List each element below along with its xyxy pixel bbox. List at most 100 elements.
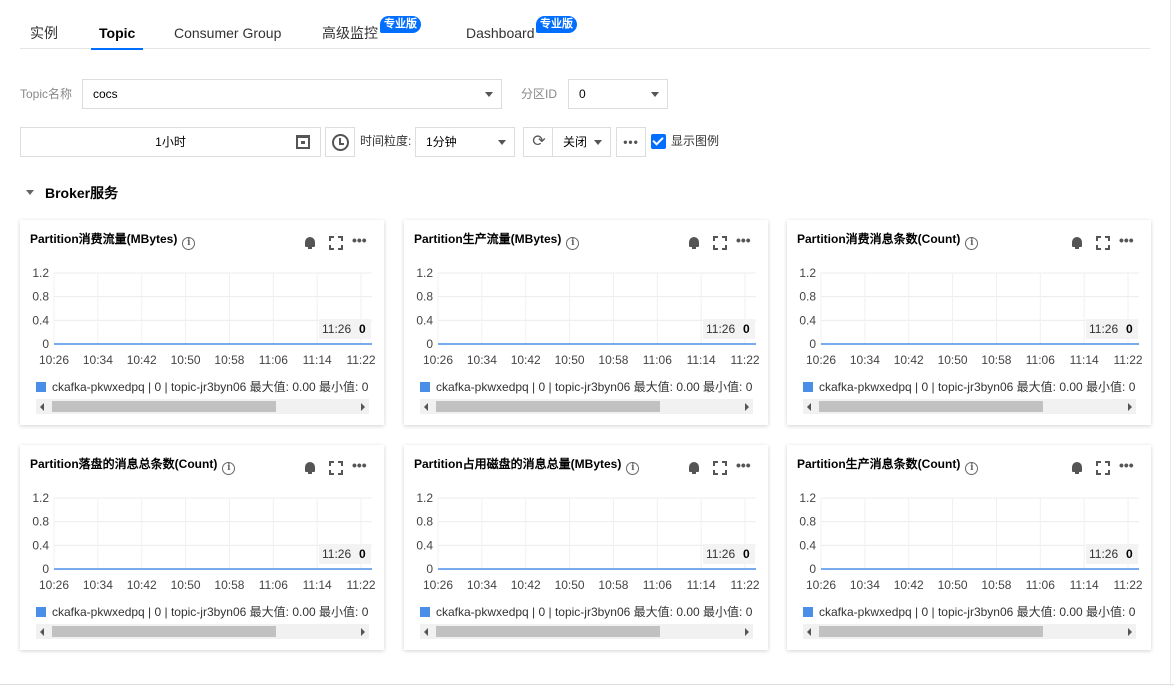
fullscreen-icon[interactable]: [328, 235, 344, 251]
chart-legend[interactable]: ckafka-pkwxedpq | 0 | topic-jr3byn06 最大值…: [803, 605, 1141, 619]
bell-icon[interactable]: [1069, 235, 1085, 251]
tab-topic[interactable]: Topic: [90, 18, 144, 50]
scroll-right-icon[interactable]: [361, 403, 365, 411]
chart-actions: •••: [1067, 233, 1137, 251]
x-tick-label: 11:06: [1026, 353, 1055, 367]
divider: [0, 684, 1174, 685]
scroll-left-icon[interactable]: [424, 628, 428, 636]
fullscreen-icon[interactable]: [712, 235, 728, 251]
info-icon[interactable]: i: [222, 462, 236, 475]
granularity-select[interactable]: 1分钟: [415, 127, 515, 157]
more-icon[interactable]: •••: [352, 458, 370, 476]
line-chart[interactable]: 1.2 0.8 0.4 0 10:26 10:34 10:42 10:50 10:58 11:06…: [787, 485, 1151, 600]
scrollbar-thumb[interactable]: [52, 626, 276, 637]
fullscreen-icon[interactable]: [328, 460, 344, 476]
x-tick-label: 10:58: [214, 353, 244, 367]
chart-legend[interactable]: ckafka-pkwxedpq | 0 | topic-jr3byn06 最大值…: [36, 605, 374, 619]
chart-legend[interactable]: ckafka-pkwxedpq | 0 | topic-jr3byn06 最大值…: [803, 380, 1141, 394]
more-icon[interactable]: •••: [1119, 233, 1137, 251]
scrollbar-thumb[interactable]: [436, 626, 660, 637]
more-options-button[interactable]: •••: [616, 127, 646, 157]
more-icon[interactable]: •••: [736, 233, 754, 251]
legend-scrollbar[interactable]: [803, 624, 1136, 639]
scroll-left-icon[interactable]: [424, 403, 428, 411]
legend-scrollbar[interactable]: [36, 399, 369, 414]
legend-text: ckafka-pkwxedpq | 0 | topic-jr3byn06 最大值…: [436, 605, 753, 619]
legend-swatch: [803, 382, 813, 392]
line-chart[interactable]: 1.2 0.8 0.4 0 10:26 10:34 10:42 10:50 10:58 11:06…: [404, 260, 768, 375]
time-range-picker[interactable]: 1小时: [20, 127, 321, 157]
legend-swatch: [420, 382, 430, 392]
scroll-left-icon[interactable]: [807, 403, 811, 411]
scrollbar-thumb[interactable]: [819, 626, 1043, 637]
bell-icon[interactable]: [302, 235, 318, 251]
x-tick-label: 10:26: [39, 578, 69, 592]
chart-title: Partition生产消息条数(Count) i: [797, 457, 979, 475]
more-icon[interactable]: •••: [352, 233, 370, 251]
legend-scrollbar[interactable]: [420, 624, 753, 639]
scroll-left-icon[interactable]: [40, 628, 44, 636]
scroll-right-icon[interactable]: [745, 403, 749, 411]
fullscreen-icon[interactable]: [1095, 460, 1111, 476]
tab-advanced-monitoring[interactable]: 高级监控 专业版: [322, 16, 421, 49]
chart-actions: •••: [684, 458, 754, 476]
fullscreen-icon[interactable]: [1095, 235, 1111, 251]
show-legend-checkbox[interactable]: [651, 134, 666, 149]
chart-legend[interactable]: ckafka-pkwxedpq | 0 | topic-jr3byn06 最大值…: [420, 380, 758, 394]
line-chart[interactable]: 1.2 0.8 0.4 0 10:26 10:34 10:42 10:50 10:58 11:06…: [404, 485, 768, 600]
more-icon[interactable]: •••: [1119, 458, 1137, 476]
scroll-right-icon[interactable]: [745, 628, 749, 636]
legend-scrollbar[interactable]: [420, 399, 753, 414]
y-tick-label: 0: [426, 562, 433, 576]
chart-card: Partition生产流量(MBytes) i ••• ckafka-pkwxedpq…: [404, 220, 768, 425]
y-tick-label: 1.2: [799, 491, 816, 505]
line-chart[interactable]: 1.2 0.8 0.4 0 10:26 10:34 10:42 10:50 10:58 11:06…: [787, 260, 1151, 375]
y-tick-label: 0: [426, 337, 433, 351]
line-chart[interactable]: 1.2 0.8 0.4 0 10:26 10:34 10:42 10:50 10:58 11:06…: [20, 485, 384, 600]
granularity-label: 时间粒度:: [360, 134, 412, 148]
x-tick-label: 10:34: [83, 353, 113, 367]
scroll-right-icon[interactable]: [361, 628, 365, 636]
tab-consumer-group[interactable]: Consumer Group: [174, 18, 281, 49]
bell-icon[interactable]: [302, 460, 318, 476]
chart-legend[interactable]: ckafka-pkwxedpq | 0 | topic-jr3byn06 最大值…: [36, 380, 374, 394]
more-icon[interactable]: •••: [736, 458, 754, 476]
time-preset-button[interactable]: [325, 127, 355, 157]
info-icon[interactable]: i: [566, 237, 580, 250]
fullscreen-icon[interactable]: [712, 460, 728, 476]
refresh-button[interactable]: ⟳: [523, 127, 553, 157]
caret-down-icon: [26, 189, 34, 195]
scroll-right-icon[interactable]: [1128, 628, 1132, 636]
x-tick-label: 10:58: [981, 353, 1011, 367]
y-tick-label: 0: [809, 337, 816, 351]
chart-actions: •••: [300, 458, 370, 476]
scrollbar-thumb[interactable]: [819, 401, 1043, 412]
tab-dashboard[interactable]: Dashboard 专业版: [466, 16, 577, 49]
scroll-left-icon[interactable]: [40, 403, 44, 411]
info-icon[interactable]: i: [626, 462, 640, 475]
info-icon[interactable]: i: [965, 237, 979, 250]
bell-icon[interactable]: [686, 460, 702, 476]
info-icon[interactable]: i: [182, 237, 196, 250]
bell-icon[interactable]: [1069, 460, 1085, 476]
legend-scrollbar[interactable]: [36, 624, 369, 639]
chart-legend[interactable]: ckafka-pkwxedpq | 0 | topic-jr3byn06 最大值…: [420, 605, 758, 619]
legend-scrollbar[interactable]: [803, 399, 1136, 414]
section-title: Broker服务: [45, 185, 119, 201]
topic-select[interactable]: cocs: [82, 79, 502, 109]
x-tick-label: 10:42: [894, 353, 924, 367]
bell-icon[interactable]: [686, 235, 702, 251]
auto-refresh-select[interactable]: 关闭: [552, 127, 611, 157]
y-tick-label: 1.2: [32, 266, 49, 280]
tooltip-value: 0: [743, 547, 750, 561]
broker-section-toggle[interactable]: Broker服务: [26, 184, 118, 202]
tab-instance[interactable]: 实例: [30, 18, 58, 49]
partition-select[interactable]: 0: [568, 79, 668, 109]
scrollbar-thumb[interactable]: [436, 401, 660, 412]
info-icon[interactable]: i: [965, 462, 979, 475]
scroll-left-icon[interactable]: [807, 628, 811, 636]
chevron-down-icon: [594, 140, 602, 145]
scroll-right-icon[interactable]: [1128, 403, 1132, 411]
line-chart[interactable]: 1.2 0.8 0.4 0 10:26 10:34 10:42 10:50 10:58 11:06…: [20, 260, 384, 375]
scrollbar-thumb[interactable]: [52, 401, 276, 412]
